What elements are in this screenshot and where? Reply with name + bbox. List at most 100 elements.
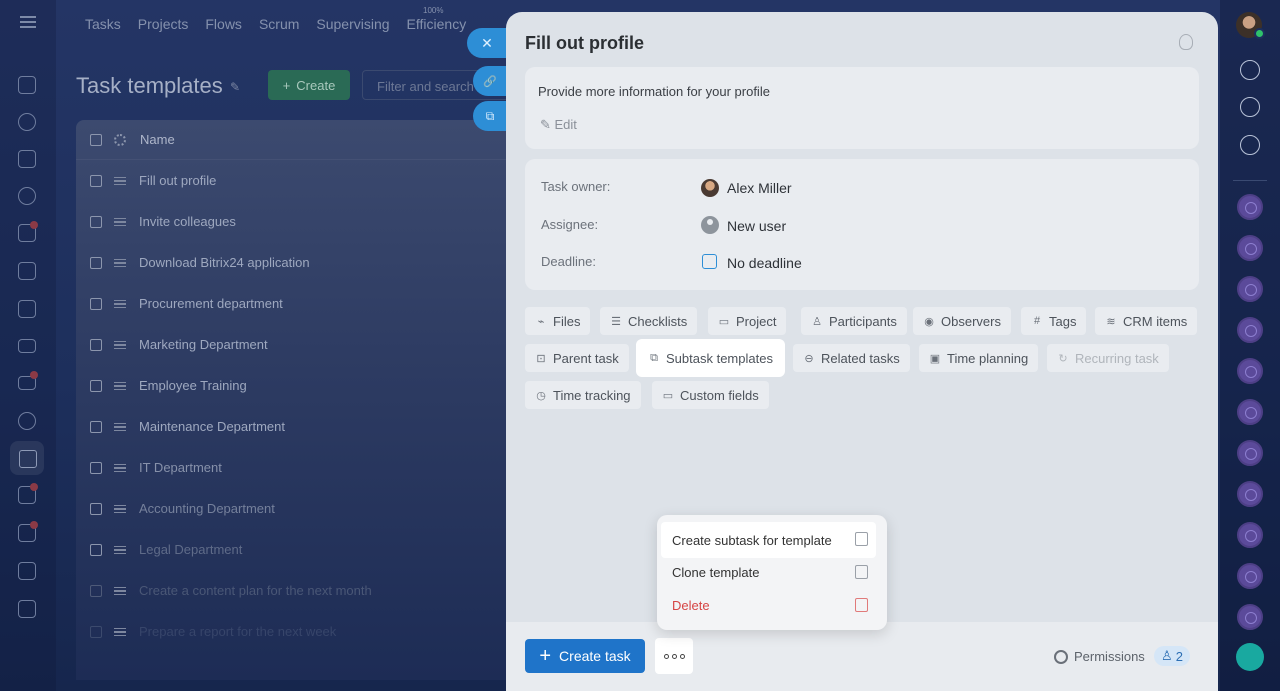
chip-custom-fields[interactable]: ▭ Custom fields [652,381,769,409]
table-row[interactable]: Employee Training [76,365,516,406]
open-line-icon[interactable] [1237,563,1263,589]
chip-time-tracking[interactable]: ◷ Time tracking [525,381,641,409]
drag-handle-icon[interactable] [114,176,126,185]
row-checkbox[interactable] [90,256,102,269]
open-line-icon[interactable] [1237,358,1263,384]
open-line-icon[interactable] [1237,440,1263,466]
row-name[interactable]: Prepare a report for the next week [139,624,336,639]
row-name[interactable]: Invite colleagues [139,214,236,229]
menu-item-clone-template[interactable]: Clone template [661,555,876,589]
sidebar-groups-icon[interactable] [18,187,36,205]
open-line-icon[interactable] [1237,399,1263,425]
assignee-value[interactable]: New user [727,218,786,234]
row-name[interactable]: Create a content plan for the next month [139,583,372,598]
drag-handle-icon[interactable] [114,463,126,472]
drag-handle-icon[interactable] [114,586,126,595]
column-header-name[interactable]: Name [140,132,175,147]
open-line-icon[interactable] [1237,235,1263,261]
row-name[interactable]: Accounting Department [139,501,275,516]
support-icon[interactable] [1236,643,1264,671]
row-name[interactable]: Maintenance Department [139,419,285,434]
row-checkbox[interactable] [90,543,102,556]
nav-flows[interactable]: Flows [205,16,242,32]
row-checkbox[interactable] [90,174,102,187]
owner-value[interactable]: Alex Miller [727,180,792,196]
calendar-icon[interactable] [702,254,717,269]
sidebar-drive-icon[interactable] [18,262,36,280]
chip-observers[interactable]: ◉ Observers [913,307,1011,335]
sidebar-feed-icon[interactable] [18,76,36,94]
deadline-value[interactable]: No deadline [727,255,802,271]
table-row[interactable]: Prepare a report for the next week [76,611,516,652]
nav-efficiency[interactable]: Efficiency [407,16,467,32]
row-checkbox[interactable] [90,420,102,433]
permissions-button[interactable]: Permissions [1054,649,1145,664]
copilot-icon[interactable] [1240,97,1260,117]
table-row[interactable]: Legal Department [76,529,516,570]
table-row[interactable]: Maintenance Department [76,406,516,447]
table-row[interactable]: Download Bitrix24 application [76,242,516,283]
flame-icon[interactable] [1179,34,1193,50]
row-name[interactable]: Fill out profile [139,173,216,188]
chip-participants[interactable]: ♙ Participants [801,307,907,335]
row-checkbox[interactable] [90,625,102,638]
drag-handle-icon[interactable] [114,422,126,431]
sidebar-chat-icon[interactable] [18,113,36,131]
edit-button[interactable]: ✎ Edit [540,117,577,133]
chip-parent-task[interactable]: ⊡ Parent task [525,344,629,372]
bell-icon[interactable] [1240,60,1260,80]
table-row[interactable]: Procurement department [76,283,516,324]
chat-search-icon[interactable] [1240,135,1260,155]
nav-tasks[interactable]: Tasks [85,16,121,32]
permissions-count-badge[interactable]: ♙ 2 [1154,646,1190,666]
drag-handle-icon[interactable] [114,340,126,349]
drag-handle-icon[interactable] [114,381,126,390]
close-icon[interactable]: ✕ [467,28,507,58]
table-row[interactable]: Marketing Department [76,324,516,365]
nav-supervising[interactable]: Supervising [316,16,389,32]
row-name[interactable]: Employee Training [139,378,247,393]
user-icon[interactable] [701,216,719,234]
chip-related-tasks[interactable]: ⊖ Related tasks [793,344,910,372]
row-checkbox[interactable] [90,297,102,310]
nav-scrum[interactable]: Scrum [259,16,299,32]
nav-projects[interactable]: Projects [138,16,189,32]
chip-time-planning[interactable]: ▣ Time planning [919,344,1039,372]
open-line-icon[interactable] [1237,522,1263,548]
drag-handle-icon[interactable] [114,258,126,267]
row-checkbox[interactable] [90,502,102,515]
sidebar-more-icon[interactable] [18,600,36,618]
open-line-icon[interactable] [1237,604,1263,630]
gear-icon[interactable] [114,133,126,146]
chip-checklists[interactable]: ☰ Checklists [600,307,698,335]
row-checkbox[interactable] [90,584,102,597]
drag-handle-icon[interactable] [114,217,126,226]
create-task-button[interactable]: + Create task [525,639,645,673]
row-checkbox[interactable] [90,461,102,474]
chip-crm-items[interactable]: ≋ CRM items [1095,307,1198,335]
row-name[interactable]: IT Department [139,460,222,475]
row-checkbox[interactable] [90,379,102,392]
chip-subtask-templates[interactable]: ⧉ Subtask templates [638,341,783,375]
open-line-icon[interactable] [1237,194,1263,220]
more-actions-button[interactable] [655,638,693,674]
chip-files[interactable]: ⌁ Files [525,307,591,335]
drag-handle-icon[interactable] [114,627,126,636]
table-row[interactable]: Create a content plan for the next month [76,570,516,611]
sidebar-docs-icon[interactable] [18,150,36,168]
row-name[interactable]: Download Bitrix24 application [139,255,310,270]
sidebar-contacts-icon[interactable] [18,412,36,430]
row-checkbox[interactable] [90,215,102,228]
table-row[interactable]: Fill out profile [76,160,516,201]
row-checkbox[interactable] [90,338,102,351]
sidebar-tasks-icon[interactable] [10,441,44,475]
open-line-icon[interactable] [1237,481,1263,507]
chip-recurring-task[interactable]: ↻ Recurring task [1047,344,1169,372]
table-row[interactable]: Accounting Department [76,488,516,529]
link-icon[interactable]: 🔗 [473,66,507,96]
row-name[interactable]: Procurement department [139,296,283,311]
create-button[interactable]: + Create [268,70,350,100]
row-name[interactable]: Marketing Department [139,337,268,352]
open-new-window-icon[interactable]: ⧉ [473,101,507,131]
menu-icon[interactable] [20,16,36,28]
